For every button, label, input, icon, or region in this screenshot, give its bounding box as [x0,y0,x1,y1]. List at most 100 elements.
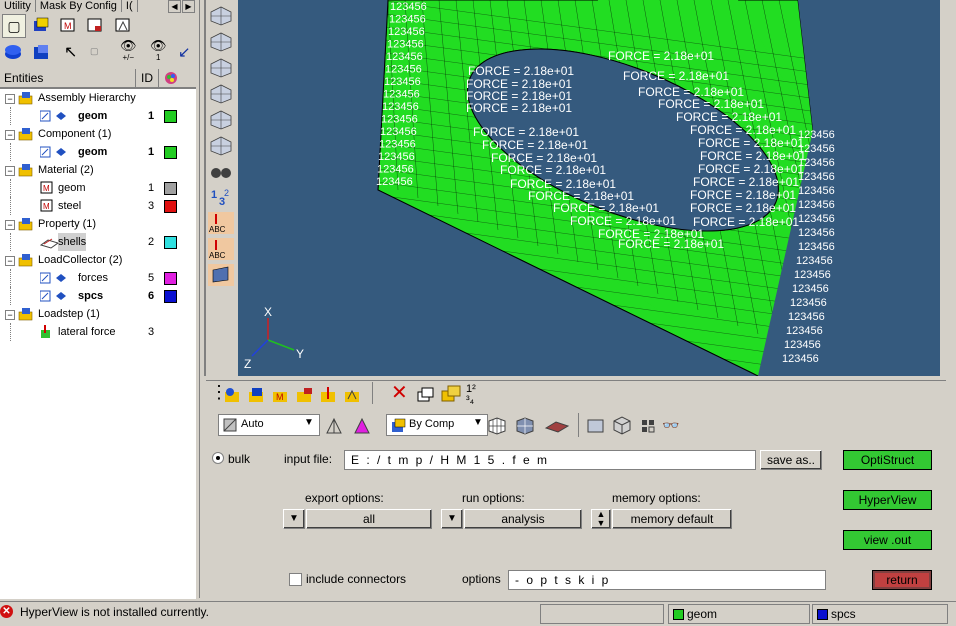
collapse-icon[interactable]: − [5,256,15,266]
tree-folder[interactable]: − Property (1) [0,215,196,233]
component-display-icon[interactable] [32,43,52,64]
rotate-icon[interactable] [208,30,234,52]
copy-icon[interactable] [416,385,436,408]
tree-folder[interactable]: − Component (1) [0,125,196,143]
export-options-dropdown-icon[interactable]: ▼ [283,509,305,529]
tree-item[interactable]: Mgeom 1 [0,179,196,197]
color-by-select[interactable]: By Comp ▼ [386,414,488,436]
wireframe-icon[interactable] [324,416,344,439]
material-icon[interactable]: M [270,385,292,408]
hyperview-button[interactable]: HyperView [843,490,932,510]
color-swatch[interactable] [164,146,177,159]
color-swatch[interactable] [164,272,177,285]
shaded-icon[interactable] [352,416,372,439]
renumber-icon[interactable]: 1² ³₄ [466,384,476,406]
isolate-icon[interactable]: ▢ [90,46,99,57]
component-view-icon[interactable] [30,14,52,36]
collapse-icon[interactable]: − [5,220,15,230]
tab-mask-by-config[interactable]: Mask By Config [36,0,122,12]
color-column-icon[interactable] [164,71,178,88]
delete-icon[interactable]: ✕ [391,383,408,403]
collapse-icon[interactable]: − [5,166,15,176]
measure-icon[interactable] [208,134,234,156]
organize-icon[interactable] [440,384,462,407]
mesh-icon[interactable] [208,82,234,104]
status-component[interactable]: geom [668,604,810,624]
abc-labels-icon[interactable]: ABC [208,212,234,234]
page-view-icon[interactable]: ▢ [2,14,26,38]
input-file-field[interactable]: E : / t m p / H M 1 5 . f e m [344,450,756,470]
show-one-icon[interactable]: 👁 1 [150,39,167,63]
chevron-down-icon[interactable]: ▼ [473,417,483,428]
tab-scroll-right-icon[interactable]: ▶ [182,0,195,13]
view-tile-icon[interactable] [208,4,234,26]
collapse-icon[interactable]: − [5,130,15,140]
mesh-shaded-icon[interactable] [514,416,536,439]
reverse-icon[interactable]: ↙ [178,43,191,61]
tab-scroll-left-icon[interactable]: ◀ [168,0,181,13]
display-mode-select[interactable]: Auto ▼ [218,414,320,436]
radio-button[interactable] [212,452,224,464]
memory-options-value[interactable]: memory default [612,509,732,529]
element-icon[interactable] [208,108,234,130]
save-as-button[interactable]: save as.. [760,450,822,470]
memory-options-spinner-icon[interactable]: ▲ ▼ [591,509,611,529]
tree-item[interactable]: Msteel 3 [0,197,196,215]
tree-item[interactable]: lateral force 3 [0,323,196,341]
property-icon[interactable] [294,385,316,408]
status-loadcol[interactable]: spcs [812,604,948,624]
graphics-viewport[interactable]: 123456 123456 123456 123456 123456 123456 1234… [238,0,940,376]
tab-utility[interactable]: Utility [0,0,36,12]
include-connectors-checkbox[interactable] [289,573,302,586]
component-icon[interactable] [246,385,268,408]
options-field[interactable]: - o p t s k i p [508,570,826,590]
color-swatch[interactable] [164,290,177,303]
view-out-button[interactable]: view .out [843,530,932,550]
color-swatch[interactable] [164,200,177,213]
tree-item[interactable]: geom 1 [0,107,196,125]
loadstep-view-icon[interactable] [112,14,134,36]
property-view-icon[interactable] [84,14,106,36]
tree-folder[interactable]: − Loadstep (1) [0,305,196,323]
tree-item[interactable]: shells 2 [0,233,196,251]
flag-icon[interactable] [208,264,234,286]
select-cursor-icon[interactable]: ↖ [64,42,77,62]
tab-more[interactable]: I( [122,0,138,12]
assembly-icon[interactable] [222,385,244,408]
chevron-down-icon[interactable]: ▼ [304,417,314,428]
color-swatch[interactable] [164,182,177,195]
grid-icon[interactable] [640,418,656,437]
numbering-icon[interactable]: 132 [208,186,234,208]
show-hide-all-icon[interactable]: 👁 +/− [120,39,137,63]
glasses-icon[interactable]: 👓 [662,417,679,434]
entities-column-header[interactable]: Entities [4,71,43,85]
pan-icon[interactable] [208,56,234,78]
box-icon[interactable] [586,418,606,437]
abc-force-icon[interactable]: ABC [208,238,234,260]
binoculars-icon[interactable] [208,160,234,182]
loadstep-icon[interactable] [342,385,364,408]
loadcollector-icon[interactable] [318,385,340,408]
collapse-icon[interactable]: − [5,94,15,104]
tree-item[interactable]: geom 1 [0,143,196,161]
tree-folder[interactable]: − LoadCollector (2) [0,251,196,269]
id-column-header[interactable]: ID [141,71,153,85]
run-options-value[interactable]: analysis [464,509,582,529]
tree-item[interactable]: forces 5 [0,269,196,287]
cube-icon[interactable] [611,415,633,438]
material-view-icon[interactable]: M [57,14,79,36]
solid-display-icon[interactable] [4,43,24,64]
tree-folder[interactable]: − Assembly Hierarchy [0,89,196,107]
tree-folder[interactable]: − Material (2) [0,161,196,179]
mesh-lines-icon[interactable] [486,416,508,439]
collapse-icon[interactable]: − [5,310,15,320]
tree-item[interactable]: spcs 6 [0,287,196,305]
optistruct-button[interactable]: OptiStruct [843,450,932,470]
color-swatch[interactable] [164,110,177,123]
export-options-value[interactable]: all [306,509,432,529]
run-options-dropdown-icon[interactable]: ▼ [441,509,463,529]
return-button[interactable]: return [872,570,932,590]
surface-icon[interactable] [544,418,570,437]
force-label: FORCE = 2.18e+01 [500,163,606,177]
color-swatch[interactable] [164,236,177,249]
